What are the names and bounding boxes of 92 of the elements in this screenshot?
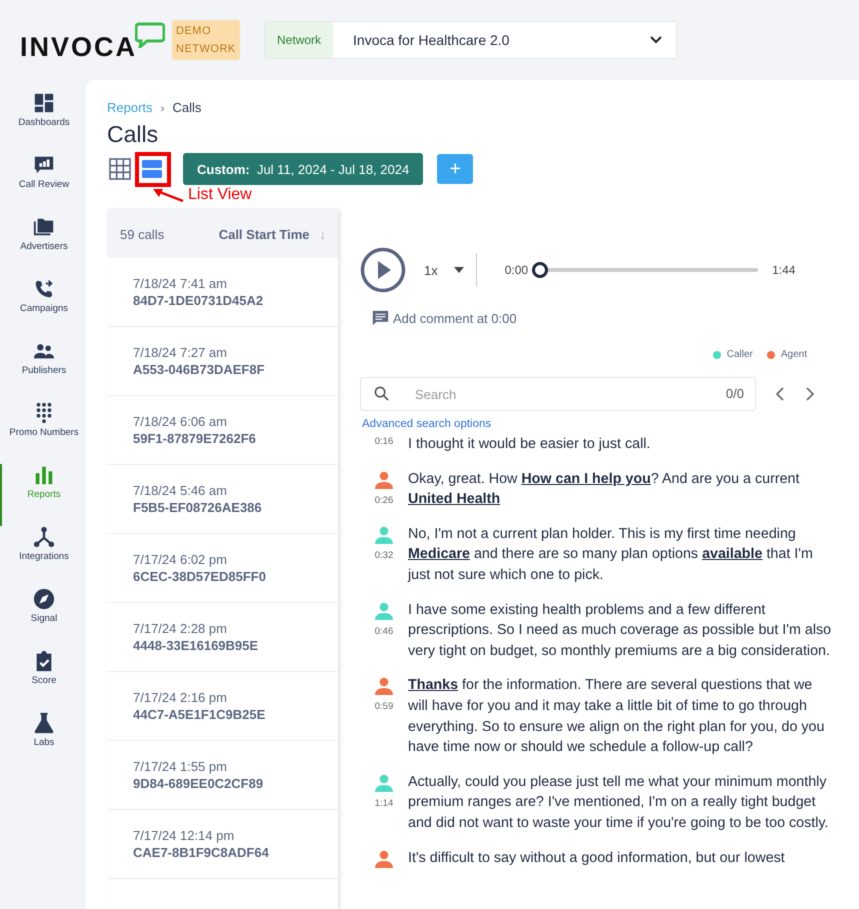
sidebar-item[interactable]: Dashboards xyxy=(0,92,86,154)
call-id: 59F1-87879E7262F6 xyxy=(133,431,257,446)
call-row[interactable]: 7/18/24 6:06 am 59F1-87879E7262F6 xyxy=(107,396,338,465)
call-id: 6CEC-38D57ED85FF0 xyxy=(133,569,267,584)
call-time: 7/17/24 1:55 pm xyxy=(133,759,228,774)
legend-label: Caller xyxy=(726,349,753,360)
call-id: 4448-33E16169B95E xyxy=(133,638,260,653)
call-count: 59 calls xyxy=(120,226,164,242)
caret-icon xyxy=(454,267,464,273)
sidebar-item[interactable]: Signal xyxy=(0,588,86,650)
speech-bubble-icon xyxy=(135,22,166,48)
annotation-arrow xyxy=(151,187,185,203)
next-button[interactable] xyxy=(804,385,816,403)
sidebar-item[interactable]: Score xyxy=(0,650,86,712)
call-row[interactable]: 7/18/24 5:46 am F5B5-EF08726AE386 xyxy=(107,465,338,534)
breadcrumb-current: Calls xyxy=(172,100,202,115)
bar-chart-icon xyxy=(33,464,55,486)
call-id: F5B5-EF08726AE386 xyxy=(133,500,263,515)
advanced-search-link[interactable]: Advanced search options xyxy=(362,418,492,430)
call-row[interactable]: 7/18/24 7:41 am 84D7-1DE0731D45A2 xyxy=(107,258,338,327)
call-time: 7/17/24 6:02 pm xyxy=(133,552,228,567)
timestamp: 0:16 xyxy=(374,436,394,447)
transcript-text: Okay, great. How How can I help you? And are you a current United Health xyxy=(408,470,800,510)
network-icon xyxy=(33,526,55,548)
current-time: 0:00 xyxy=(504,263,528,277)
transcript-text: Actually, could you please just tell me what your minimum monthly premium ranges are? I've mentioned, I'm on a really tight budget and did not want to waste your time if you're going to be too costly. xyxy=(408,772,830,833)
call-row[interactable]: 7/17/24 6:02 pm 6CEC-38D57ED85FF0 xyxy=(107,534,338,603)
previous-button[interactable] xyxy=(774,385,786,403)
call-id: 44C7-A5E1F1C9B25E xyxy=(133,707,266,722)
phone-icon xyxy=(33,278,55,300)
sidebar-item[interactable]: Promo Numbers xyxy=(0,402,86,464)
sidebar-item[interactable]: Labs xyxy=(0,712,86,774)
call-row[interactable]: 7/17/24 2:28 pm 4448-33E16169B95E xyxy=(107,603,338,672)
sidebar-item[interactable]: Campaigns xyxy=(0,278,86,340)
match-count: 0/0 xyxy=(726,386,744,401)
add-comment-button[interactable]: Add comment at 0:00 xyxy=(372,310,517,327)
call-time: 7/18/24 6:06 am xyxy=(133,414,228,429)
call-time: 7/17/24 12:14 pm xyxy=(133,828,236,843)
flask-icon xyxy=(33,712,55,734)
legend-label: Agent xyxy=(780,349,807,360)
dashboard-icon xyxy=(33,92,55,114)
play-button[interactable] xyxy=(360,247,406,293)
sidebar-item[interactable]: Call Review xyxy=(0,154,86,216)
call-time: 7/18/24 7:27 am xyxy=(133,345,228,360)
timestamp: 0:26 xyxy=(374,494,394,506)
comment-icon xyxy=(372,310,389,327)
call-row[interactable]: 7/17/24 1:55 pm 9D84-689EE0C2CF89 xyxy=(107,741,338,810)
highlight-frame xyxy=(135,152,171,187)
timestamp: 0:46 xyxy=(374,626,394,637)
timestamp: 0:59 xyxy=(374,701,394,712)
call-row[interactable]: 7/18/24 7:27 am A553-046B73DAEF8F xyxy=(107,327,338,396)
chevron-down-icon xyxy=(650,36,662,44)
call-time: 7/17/24 2:16 pm xyxy=(133,690,228,705)
logo: INVOCA xyxy=(20,32,138,62)
call-row[interactable]: 7/17/24 2:16 pm 44C7-A5E1F1C9B25E xyxy=(107,672,338,741)
timestamp: 0:32 xyxy=(374,550,394,561)
call-id: CAE7-8B1F9C8ADF64 xyxy=(133,845,270,860)
demo-network-badge: DEMO NETWORK xyxy=(172,20,240,60)
annotation-label: List View xyxy=(188,186,252,204)
call-time: 7/18/24 7:41 am xyxy=(133,276,228,291)
grid-view-button[interactable] xyxy=(107,156,133,182)
transcript-text: I have some existing health problems and a few different prescriptions. So I need as much coverage as possible but I'm also very tight on budget, so monthly premiums are a big consideration. xyxy=(408,600,832,661)
network-value: Invoca for Healthcare 2.0 xyxy=(352,32,510,48)
speed-select[interactable]: 1x xyxy=(418,262,470,278)
call-id: 9D84-689EE0C2CF89 xyxy=(133,776,264,791)
call-time: 7/18/24 5:46 am xyxy=(133,483,228,498)
call-id: A553-046B73DAEF8F xyxy=(133,362,266,377)
breadcrumb-separator: › xyxy=(160,100,165,114)
date-range-button[interactable]: Custom: Jul 11, 2024 - Jul 18, 2024 xyxy=(183,153,424,185)
sidebar-item[interactable]: Integrations xyxy=(0,526,86,588)
folder-icon xyxy=(33,216,55,238)
page-title: Calls xyxy=(107,121,160,148)
timestamp: 1:14 xyxy=(374,798,394,809)
breadcrumb-link[interactable]: Reports xyxy=(107,100,153,115)
transcript-text: Thanks for the information. There are several questions that we will have for you and it may take a little bit of time to go through everything. So to ensure we align on the right plan for you, do you have time now or should we schedule a follow-up call? xyxy=(408,676,826,758)
progress-thumb[interactable] xyxy=(532,262,548,278)
duration: 1:44 xyxy=(772,263,796,277)
progress-track[interactable] xyxy=(532,262,758,278)
chat-chart-icon xyxy=(33,154,55,176)
call-id: 84D7-1DE0731D45A2 xyxy=(133,293,264,308)
network-label: Network xyxy=(265,22,334,58)
compass-icon xyxy=(33,588,55,610)
transcript-text: I thought it would be easier to just call. xyxy=(408,435,652,454)
search-icon xyxy=(374,386,389,401)
call-time: 7/17/24 2:28 pm xyxy=(133,621,228,636)
transcript-text: No, I'm not a current plan holder. This is my first time needing Medicare and there are so many plan options available that I'm just not sure which one to pick. xyxy=(408,524,814,585)
network-select[interactable]: Network Invoca for Healthcare 2.0 xyxy=(264,21,678,59)
transcript-text: It's difficult to say without a good information, but our lowest xyxy=(408,848,786,868)
call-row[interactable]: 7/17/24 12:14 pm CAE7-8B1F9C8ADF64 xyxy=(107,810,338,879)
sort-column-label[interactable]: Call Start Time xyxy=(218,226,310,242)
sidebar-item[interactable]: Publishers xyxy=(0,340,86,402)
sidebar-item[interactable]: Advertisers xyxy=(0,216,86,278)
